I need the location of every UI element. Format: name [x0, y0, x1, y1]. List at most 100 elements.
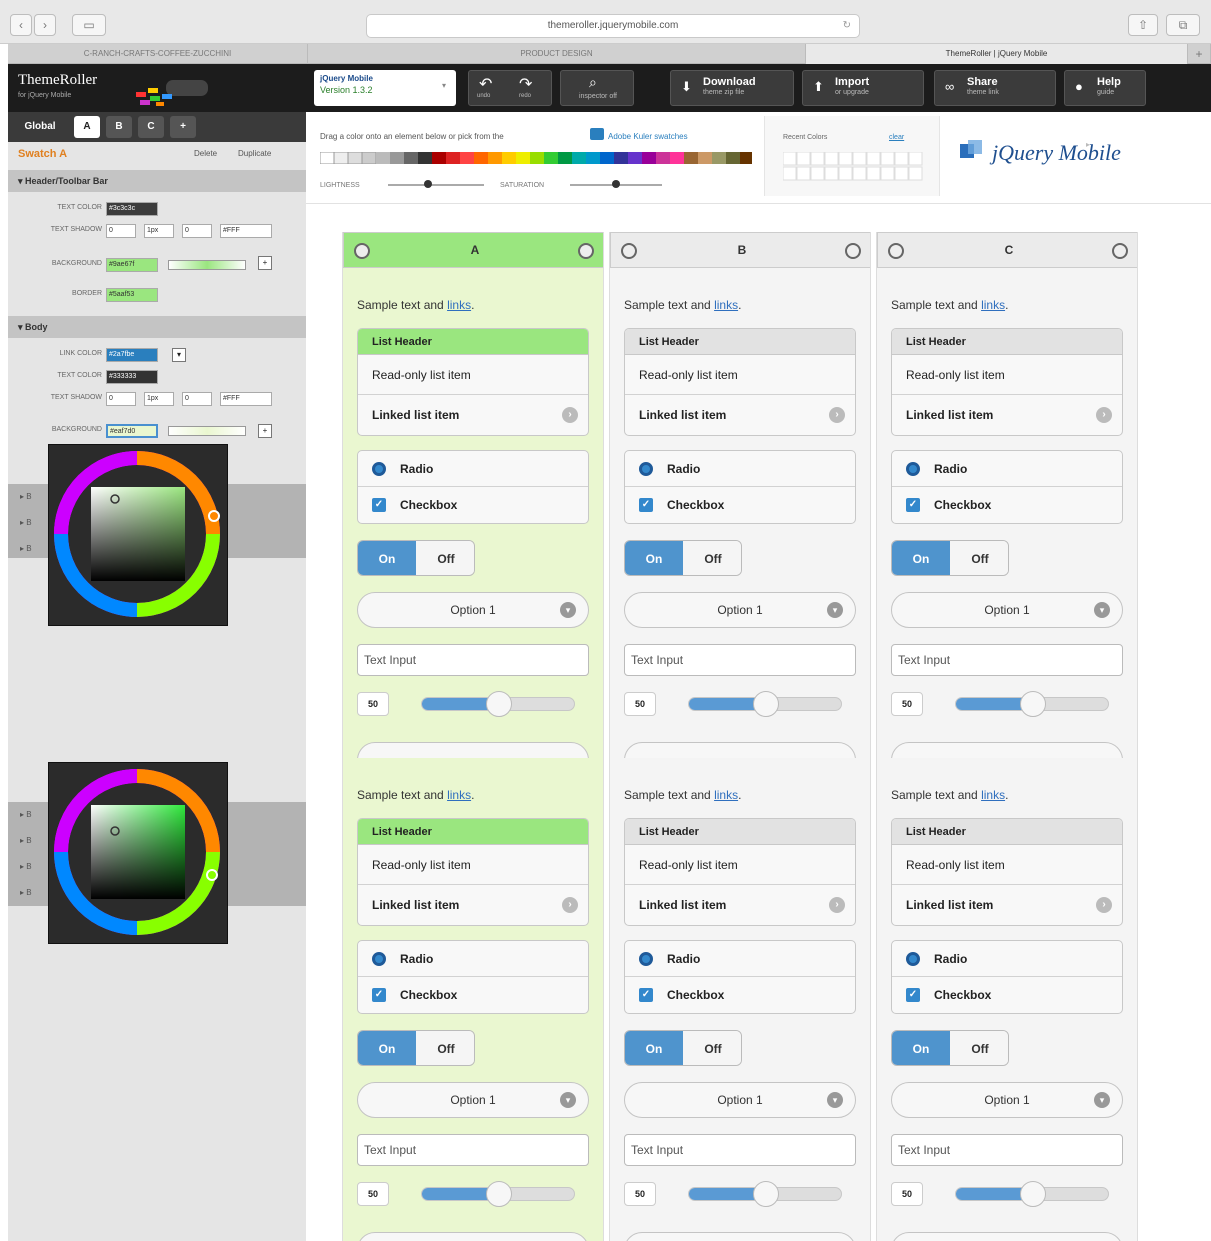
inspector-button[interactable]: ⌕ inspector off — [560, 70, 634, 106]
body-shadow-color-input[interactable]: #FFF — [220, 392, 272, 406]
collapsed-section-toggle[interactable]: ▸ B — [20, 888, 32, 897]
new-tab-icon[interactable]: + — [1188, 44, 1211, 64]
radio-icon[interactable] — [906, 952, 920, 966]
flip-switch[interactable]: On Off — [891, 1030, 1009, 1066]
undo-icon[interactable]: ↶ — [479, 74, 492, 94]
tab-swatch-c[interactable]: C — [138, 116, 164, 138]
share-icon[interactable]: ⇧ — [1128, 14, 1158, 36]
help-button[interactable]: ● Help guide — [1064, 70, 1146, 106]
flip-switch-off[interactable]: Off — [683, 1031, 741, 1065]
slider-handle[interactable] — [486, 1181, 512, 1207]
slider-track[interactable] — [688, 1181, 842, 1207]
collapsed-button[interactable] — [624, 1232, 856, 1241]
back-icon[interactable]: ‹ — [10, 14, 32, 36]
checkbox-option[interactable]: ✓ Checkbox — [358, 977, 588, 1013]
collapsed-button[interactable] — [357, 1232, 589, 1241]
download-button[interactable]: ⬇ Download theme zip file — [670, 70, 794, 106]
version-select[interactable]: jQuery Mobile Version 1.3.2 ▾ — [314, 70, 456, 106]
saturation-handle[interactable] — [612, 180, 620, 188]
slider-track[interactable] — [421, 691, 575, 717]
select-menu[interactable]: Option 1 ▾ — [624, 592, 856, 628]
flip-switch-off[interactable]: Off — [683, 541, 741, 575]
slider-handle[interactable] — [753, 691, 779, 717]
collapsed-section-toggle[interactable]: ▸ B — [20, 862, 32, 871]
body-shadow-blur-input[interactable]: 0 — [182, 392, 212, 406]
radio-icon[interactable] — [639, 952, 653, 966]
slider-handle[interactable] — [753, 1181, 779, 1207]
color-swatch-row[interactable] — [319, 151, 752, 165]
sample-link[interactable]: links — [714, 788, 738, 802]
body-shadow-x-input[interactable]: 0 — [106, 392, 136, 406]
link-color-input[interactable]: #2a7fbe — [106, 348, 158, 362]
radio-option[interactable]: Radio — [892, 941, 1122, 977]
slider-track[interactable] — [421, 1181, 575, 1207]
tab-swatch-b[interactable]: B — [106, 116, 132, 138]
browser-tab-active[interactable]: ThemeRoller | jQuery Mobile — [806, 44, 1188, 64]
color-wheel[interactable] — [49, 445, 229, 627]
slider-value-input[interactable]: 50 — [891, 692, 923, 716]
sample-link[interactable]: links — [981, 298, 1005, 312]
slider-handle[interactable] — [1020, 1181, 1046, 1207]
checkbox-icon[interactable]: ✓ — [639, 988, 653, 1002]
gradient-toggle-icon[interactable]: + — [258, 256, 272, 270]
body-background-gradient-slider[interactable] — [168, 426, 246, 436]
flip-switch-off[interactable]: Off — [416, 541, 474, 575]
share-button[interactable]: ∞ Share theme link — [934, 70, 1056, 106]
body-section-toggle[interactable]: ▾ Body — [8, 316, 306, 338]
address-bar[interactable]: themeroller.jquerymobile.com ↻ — [366, 14, 860, 38]
checkbox-icon[interactable]: ✓ — [372, 498, 386, 512]
flip-switch[interactable]: On Off — [357, 540, 475, 576]
sample-link[interactable]: links — [447, 788, 471, 802]
adobe-kuler-link[interactable]: Adobe Kuler swatches — [608, 132, 688, 141]
sample-link[interactable]: links — [981, 788, 1005, 802]
checkbox-icon[interactable]: ✓ — [906, 988, 920, 1002]
collapsed-button[interactable] — [891, 1232, 1123, 1241]
select-menu[interactable]: Option 1 ▾ — [357, 592, 589, 628]
color-wheel[interactable] — [49, 763, 229, 945]
clear-recent-link[interactable]: clear — [889, 134, 904, 141]
shadow-x-input[interactable]: 0 — [106, 224, 136, 238]
shadow-y-input[interactable]: 1px — [144, 224, 174, 238]
list-item-linked[interactable]: Linked list item › — [358, 885, 588, 925]
body-shadow-y-input[interactable]: 1px — [144, 392, 174, 406]
flip-switch-off[interactable]: Off — [950, 1031, 1008, 1065]
flip-switch-on[interactable]: On — [892, 1031, 950, 1065]
slider-track[interactable] — [688, 691, 842, 717]
background-input[interactable]: #9ae67f — [106, 258, 158, 272]
slider-value-input[interactable]: 50 — [357, 692, 389, 716]
collapsed-section-toggle[interactable]: ▸ B — [20, 836, 32, 845]
collapsed-button[interactable] — [891, 742, 1123, 758]
select-menu[interactable]: Option 1 ▾ — [891, 592, 1123, 628]
browser-tab[interactable]: C-RANCH-CRAFTS-COFFEE-ZUCCHINI — [8, 44, 308, 64]
browser-tab[interactable]: PRODUCT DESIGN — [308, 44, 806, 64]
list-item-linked[interactable]: Linked list item › — [625, 395, 855, 435]
checkbox-icon[interactable]: ✓ — [372, 988, 386, 1002]
duplicate-link[interactable]: Duplicate — [238, 149, 271, 158]
flip-switch-on[interactable]: On — [625, 541, 683, 575]
radio-option[interactable]: Radio — [358, 451, 588, 487]
slider-value-input[interactable]: 50 — [357, 1182, 389, 1206]
radio-option[interactable]: Radio — [625, 941, 855, 977]
color-picker-popup[interactable] — [48, 444, 228, 626]
tab-swatch-a[interactable]: A — [74, 116, 100, 138]
lightness-slider[interactable] — [388, 184, 484, 186]
lightness-handle[interactable] — [424, 180, 432, 188]
checkbox-option[interactable]: ✓ Checkbox — [892, 977, 1122, 1013]
shadow-blur-input[interactable]: 0 — [182, 224, 212, 238]
select-menu[interactable]: Option 1 ▾ — [891, 1082, 1123, 1118]
list-item-linked[interactable]: Linked list item › — [892, 395, 1122, 435]
select-menu[interactable]: Option 1 ▾ — [624, 1082, 856, 1118]
import-button[interactable]: ⬆ Import or upgrade — [802, 70, 924, 106]
flip-switch[interactable]: On Off — [357, 1030, 475, 1066]
collapsed-button[interactable] — [357, 742, 589, 758]
slider-track[interactable] — [955, 1181, 1109, 1207]
color-picker-popup[interactable] — [48, 762, 228, 944]
tab-global[interactable]: Global — [12, 116, 68, 138]
flip-switch[interactable]: On Off — [624, 1030, 742, 1066]
slider-value-input[interactable]: 50 — [891, 1182, 923, 1206]
flip-switch[interactable]: On Off — [624, 540, 742, 576]
collapsed-section-toggle[interactable]: ▸ B — [20, 492, 32, 501]
body-text-color-input[interactable]: #333333 — [106, 370, 158, 384]
text-input[interactable]: Text Input — [891, 1134, 1123, 1166]
reload-icon[interactable]: ↻ — [843, 15, 851, 37]
